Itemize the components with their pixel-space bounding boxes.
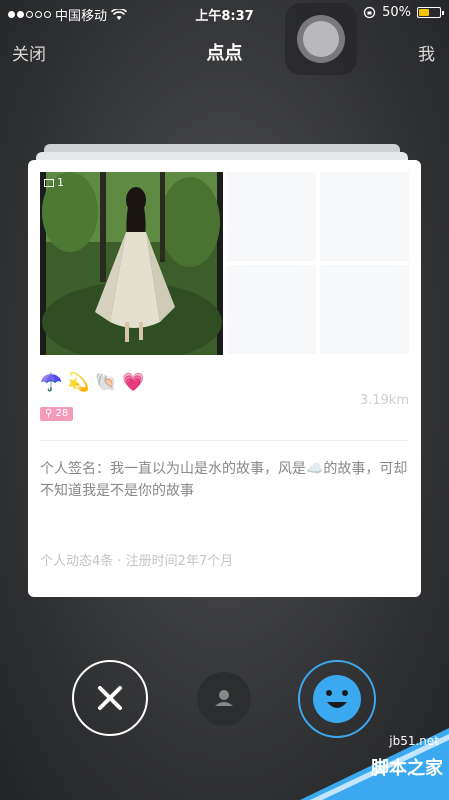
empty-photo-slot — [227, 265, 316, 354]
me-button[interactable]: 我 — [418, 40, 435, 65]
status-right: 50% — [363, 5, 444, 20]
heart-icon: 💗 — [122, 372, 145, 393]
dizzy-star-icon: 💫 — [67, 372, 90, 393]
dislike-button[interactable] — [72, 660, 148, 736]
battery-icon — [417, 7, 444, 18]
divider — [40, 440, 409, 441]
user-icon — [215, 690, 233, 706]
emoji-tags: ☂️ 💫 🐚 💗 — [40, 372, 145, 393]
assistive-touch-button[interactable] — [285, 3, 357, 75]
distance: 3.19km — [359, 393, 409, 408]
level-badge: ⚲ 28 — [40, 407, 74, 421]
smile-icon — [313, 675, 361, 723]
battery-percent: 50% — [382, 5, 411, 20]
page-title: 点点 — [206, 43, 243, 64]
photo-count-value: 1 — [57, 176, 64, 189]
profile-meta: 个人动态4条 · 注册时间2年7个月 — [40, 554, 234, 569]
profile-card[interactable]: 1 ☂️ 💫 🐚 💗 ⚲ 28 3.19km 个人签名：我一直以为山是水的故事，… — [28, 160, 421, 597]
empty-photo-slot — [320, 172, 409, 261]
profile-button[interactable] — [197, 672, 251, 726]
assistive-touch-center — [303, 21, 339, 57]
umbrella-icon: ☂️ — [40, 372, 63, 393]
like-button[interactable] — [298, 660, 376, 738]
empty-photo-slot — [320, 265, 409, 354]
level-badge-value: 28 — [55, 408, 69, 419]
watermark-url: jb51.net — [389, 734, 439, 748]
signature: 个人签名：我一直以为山是水的故事，风是☁️的故事，可却不知道我是不是你的故事 — [40, 461, 408, 499]
photo-count: 1 — [44, 176, 64, 189]
watermark-name: 脚本之家 — [371, 758, 443, 779]
empty-photo-slot — [227, 172, 316, 261]
status-bar: 中国移动 上午8:37 50% — [0, 0, 449, 26]
rotation-lock-icon — [363, 6, 376, 19]
forest-girl-image — [42, 172, 222, 355]
close-icon — [98, 686, 122, 710]
profile-photo[interactable]: 1 — [40, 172, 223, 355]
key-icon: ⚲ — [45, 408, 53, 419]
shell-icon: 🐚 — [94, 372, 118, 393]
image-icon — [44, 178, 54, 187]
